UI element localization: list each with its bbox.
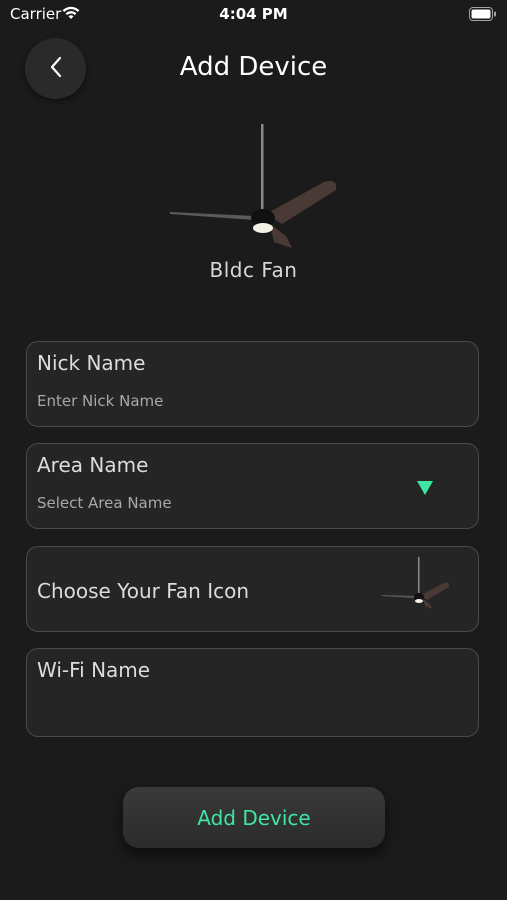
nick-name-field[interactable]: Nick Name Enter Nick Name <box>26 341 479 427</box>
device-type-label: Bldc Fan <box>209 258 298 282</box>
wifi-name-field[interactable]: Wi-Fi Name <box>26 648 479 737</box>
triangle-down-icon[interactable] <box>416 480 434 500</box>
area-name-label: Area Name <box>37 453 149 477</box>
nick-name-label: Nick Name <box>37 351 146 375</box>
fan-icon-picker[interactable]: Choose Your Fan Icon <box>26 546 479 632</box>
ceiling-fan-icon <box>166 120 342 250</box>
battery-icon <box>469 7 497 25</box>
area-name-select[interactable]: Area Name Select Area Name <box>26 443 479 529</box>
status-bar: Carrier 4:04 PM <box>0 0 507 28</box>
add-device-button[interactable]: Add Device <box>123 787 385 848</box>
page-title: Add Device <box>179 52 328 82</box>
status-time: 4:04 PM <box>219 5 288 23</box>
area-name-placeholder: Select Area Name <box>37 494 172 512</box>
fan-icon-label: Choose Your Fan Icon <box>37 579 250 603</box>
ceiling-fan-icon[interactable] <box>380 553 454 609</box>
wifi-name-label: Wi-Fi Name <box>37 658 151 682</box>
nick-name-input[interactable]: Enter Nick Name <box>37 392 163 410</box>
